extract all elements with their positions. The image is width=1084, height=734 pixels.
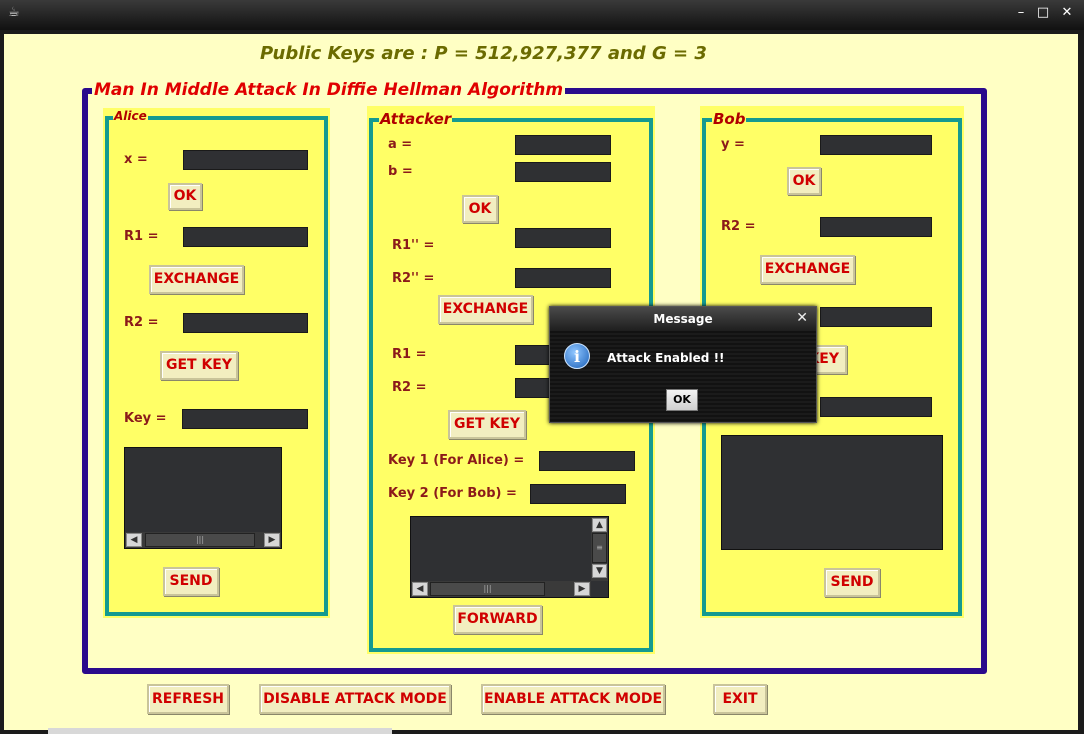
alice-scroll-thumb[interactable]: ||| bbox=[145, 533, 255, 547]
attacker-exchange-button[interactable]: EXCHANGE bbox=[438, 295, 533, 324]
attacker-get-key-button[interactable]: GET KEY bbox=[448, 410, 526, 439]
disable-attack-mode-button[interactable]: DISABLE ATTACK MODE bbox=[259, 684, 451, 714]
dialog-ok-button[interactable]: OK bbox=[666, 389, 698, 411]
alice-x-label: x = bbox=[124, 152, 148, 167]
scroll-left-icon[interactable]: ◀ bbox=[126, 533, 142, 547]
alice-title: Alice bbox=[113, 109, 148, 123]
attacker-vscroll-thumb[interactable]: ≡ bbox=[592, 533, 607, 563]
scroll-left-icon[interactable]: ◀ bbox=[412, 582, 428, 596]
attacker-a-field[interactable] bbox=[515, 135, 611, 155]
attacker-r1-label: R1 = bbox=[392, 347, 427, 362]
scroll-up-icon[interactable]: ▲ bbox=[592, 518, 607, 532]
attacker-r1pp-label: R1'' = bbox=[392, 238, 435, 253]
minimize-button[interactable]: – bbox=[1012, 4, 1030, 22]
alice-r1-label: R1 = bbox=[124, 229, 159, 244]
attacker-ok-button[interactable]: OK bbox=[462, 195, 498, 223]
attacker-key1-label: Key 1 (For Alice) = bbox=[388, 453, 525, 468]
attacker-r2pp-label: R2'' = bbox=[392, 271, 435, 286]
alice-r1-field[interactable] bbox=[183, 227, 308, 247]
exit-button[interactable]: EXIT bbox=[713, 684, 767, 714]
scroll-right-icon[interactable]: ▶ bbox=[574, 582, 590, 596]
attacker-key2-field[interactable] bbox=[530, 484, 626, 504]
mitm-group-title: Man In Middle Attack In Diffie Hellman A… bbox=[92, 80, 566, 100]
alice-ok-button[interactable]: OK bbox=[168, 183, 202, 210]
bob-message-textarea[interactable] bbox=[721, 435, 943, 550]
bob-title: Bob bbox=[712, 110, 747, 128]
enable-attack-mode-button[interactable]: ENABLE ATTACK MODE bbox=[481, 684, 665, 714]
alice-r2-field[interactable] bbox=[183, 313, 308, 333]
dialog-message: Attack Enabled !! bbox=[607, 351, 725, 365]
attacker-scroll-thumb[interactable]: ||| bbox=[430, 582, 545, 596]
bob-exchange-button[interactable]: EXCHANGE bbox=[760, 255, 855, 284]
attacker-key1-field[interactable] bbox=[539, 451, 635, 471]
bob-y-field[interactable] bbox=[820, 135, 932, 155]
bob-ok-button[interactable]: OK bbox=[787, 167, 821, 195]
info-icon: i bbox=[564, 343, 590, 369]
bob-y-label: y = bbox=[721, 137, 745, 152]
alice-exchange-button[interactable]: EXCHANGE bbox=[149, 265, 244, 294]
attacker-a-label: a = bbox=[388, 137, 413, 152]
alice-key-field[interactable] bbox=[182, 409, 308, 429]
close-icon[interactable]: ✕ bbox=[796, 309, 808, 327]
attacker-r2pp-field[interactable] bbox=[515, 268, 611, 288]
attacker-b-field[interactable] bbox=[515, 162, 611, 182]
alice-r2-label: R2 = bbox=[124, 315, 159, 330]
alice-send-button[interactable]: SEND bbox=[163, 567, 219, 596]
refresh-button[interactable]: REFRESH bbox=[147, 684, 229, 714]
taskbar-strip bbox=[48, 728, 392, 734]
window-titlebar bbox=[0, 0, 1084, 30]
alice-x-field[interactable] bbox=[183, 150, 308, 170]
bob-r1-field[interactable] bbox=[820, 307, 932, 327]
message-dialog: Message ✕ i Attack Enabled !! OK bbox=[549, 306, 817, 423]
coffee-cup-icon: ☕ bbox=[8, 5, 20, 20]
alice-get-key-button[interactable]: GET KEY bbox=[160, 351, 238, 380]
bob-r2-field[interactable] bbox=[820, 217, 932, 237]
scroll-down-icon[interactable]: ▼ bbox=[592, 564, 607, 578]
attacker-b-label: b = bbox=[388, 164, 413, 179]
attacker-key2-label: Key 2 (For Bob) = bbox=[388, 486, 517, 501]
attacker-forward-button[interactable]: FORWARD bbox=[453, 605, 542, 634]
dialog-body: i Attack Enabled !! OK bbox=[550, 331, 816, 422]
maximize-button[interactable]: □ bbox=[1034, 4, 1052, 22]
bob-key-field[interactable] bbox=[820, 397, 932, 417]
alice-key-label: Key = bbox=[124, 411, 167, 426]
attacker-title: Attacker bbox=[379, 110, 453, 128]
bob-send-button[interactable]: SEND bbox=[824, 568, 880, 597]
attacker-r2-label: R2 = bbox=[392, 380, 427, 395]
bob-r2-label: R2 = bbox=[721, 219, 756, 234]
public-keys-heading: Public Keys are : P = 512,927,377 and G … bbox=[260, 43, 707, 64]
attacker-r1pp-field[interactable] bbox=[515, 228, 611, 248]
close-window-button[interactable]: ✕ bbox=[1058, 4, 1076, 22]
scroll-right-icon[interactable]: ▶ bbox=[264, 533, 280, 547]
dialog-title: Message bbox=[550, 307, 816, 331]
